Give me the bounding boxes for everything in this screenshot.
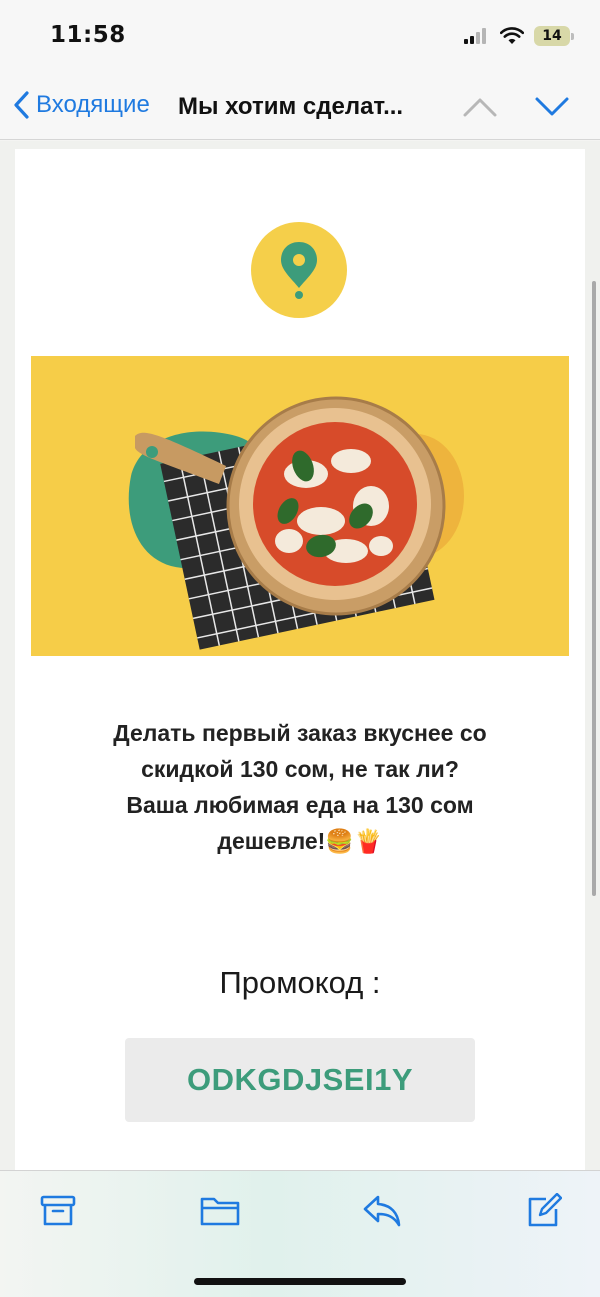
promo-message: Делать первый заказ вкуснее со скидкой 1… [55, 715, 545, 859]
promo-code-label: Промокод : [219, 965, 381, 1000]
compose-icon[interactable] [526, 1193, 562, 1229]
pizza-hero-image [31, 356, 569, 656]
reply-icon[interactable] [362, 1193, 402, 1229]
location-pin-icon [281, 242, 317, 299]
back-button[interactable]: Входящие [12, 90, 150, 120]
archive-icon[interactable] [40, 1193, 76, 1229]
back-label: Входящие [36, 91, 150, 118]
promo-line-1: Делать первый заказ вкуснее со [113, 720, 487, 746]
status-bar: 11:58 14 [0, 0, 600, 76]
location-pin-logo [251, 222, 347, 318]
battery-icon: 14 [534, 26, 574, 46]
status-icons: 14 [464, 26, 574, 46]
email-content[interactable]: Делать первый заказ вкуснее со скидкой 1… [0, 141, 600, 1170]
chevron-up-icon[interactable] [462, 96, 498, 118]
promo-line-2: скидкой 130 сом, не так ли? [141, 756, 459, 782]
wifi-icon [500, 27, 524, 44]
promo-line-4: дешевле!🍔🍟 [217, 828, 383, 854]
email-body: Делать первый заказ вкуснее со скидкой 1… [15, 149, 585, 1170]
chevron-left-icon [14, 91, 29, 119]
battery-level: 14 [542, 28, 562, 44]
chevron-down-icon[interactable] [534, 96, 570, 118]
promo-code-box[interactable]: ODKGDJSEI1Y [125, 1038, 475, 1122]
folder-icon[interactable] [200, 1193, 240, 1229]
promo-code-value: ODKGDJSEI1Y [186, 1062, 413, 1097]
scrollbar[interactable] [592, 281, 596, 896]
home-indicator[interactable] [194, 1278, 406, 1285]
nav-bar: Входящие Мы хотим сделат... [0, 76, 600, 140]
signal-icon [464, 28, 486, 44]
pizza-illustration [31, 356, 569, 656]
status-time: 11:58 [50, 22, 126, 48]
promo-line-3: Ваша любимая еда на 130 сом [126, 792, 474, 818]
email-subject-title: Мы хотим сделат... [178, 93, 404, 120]
